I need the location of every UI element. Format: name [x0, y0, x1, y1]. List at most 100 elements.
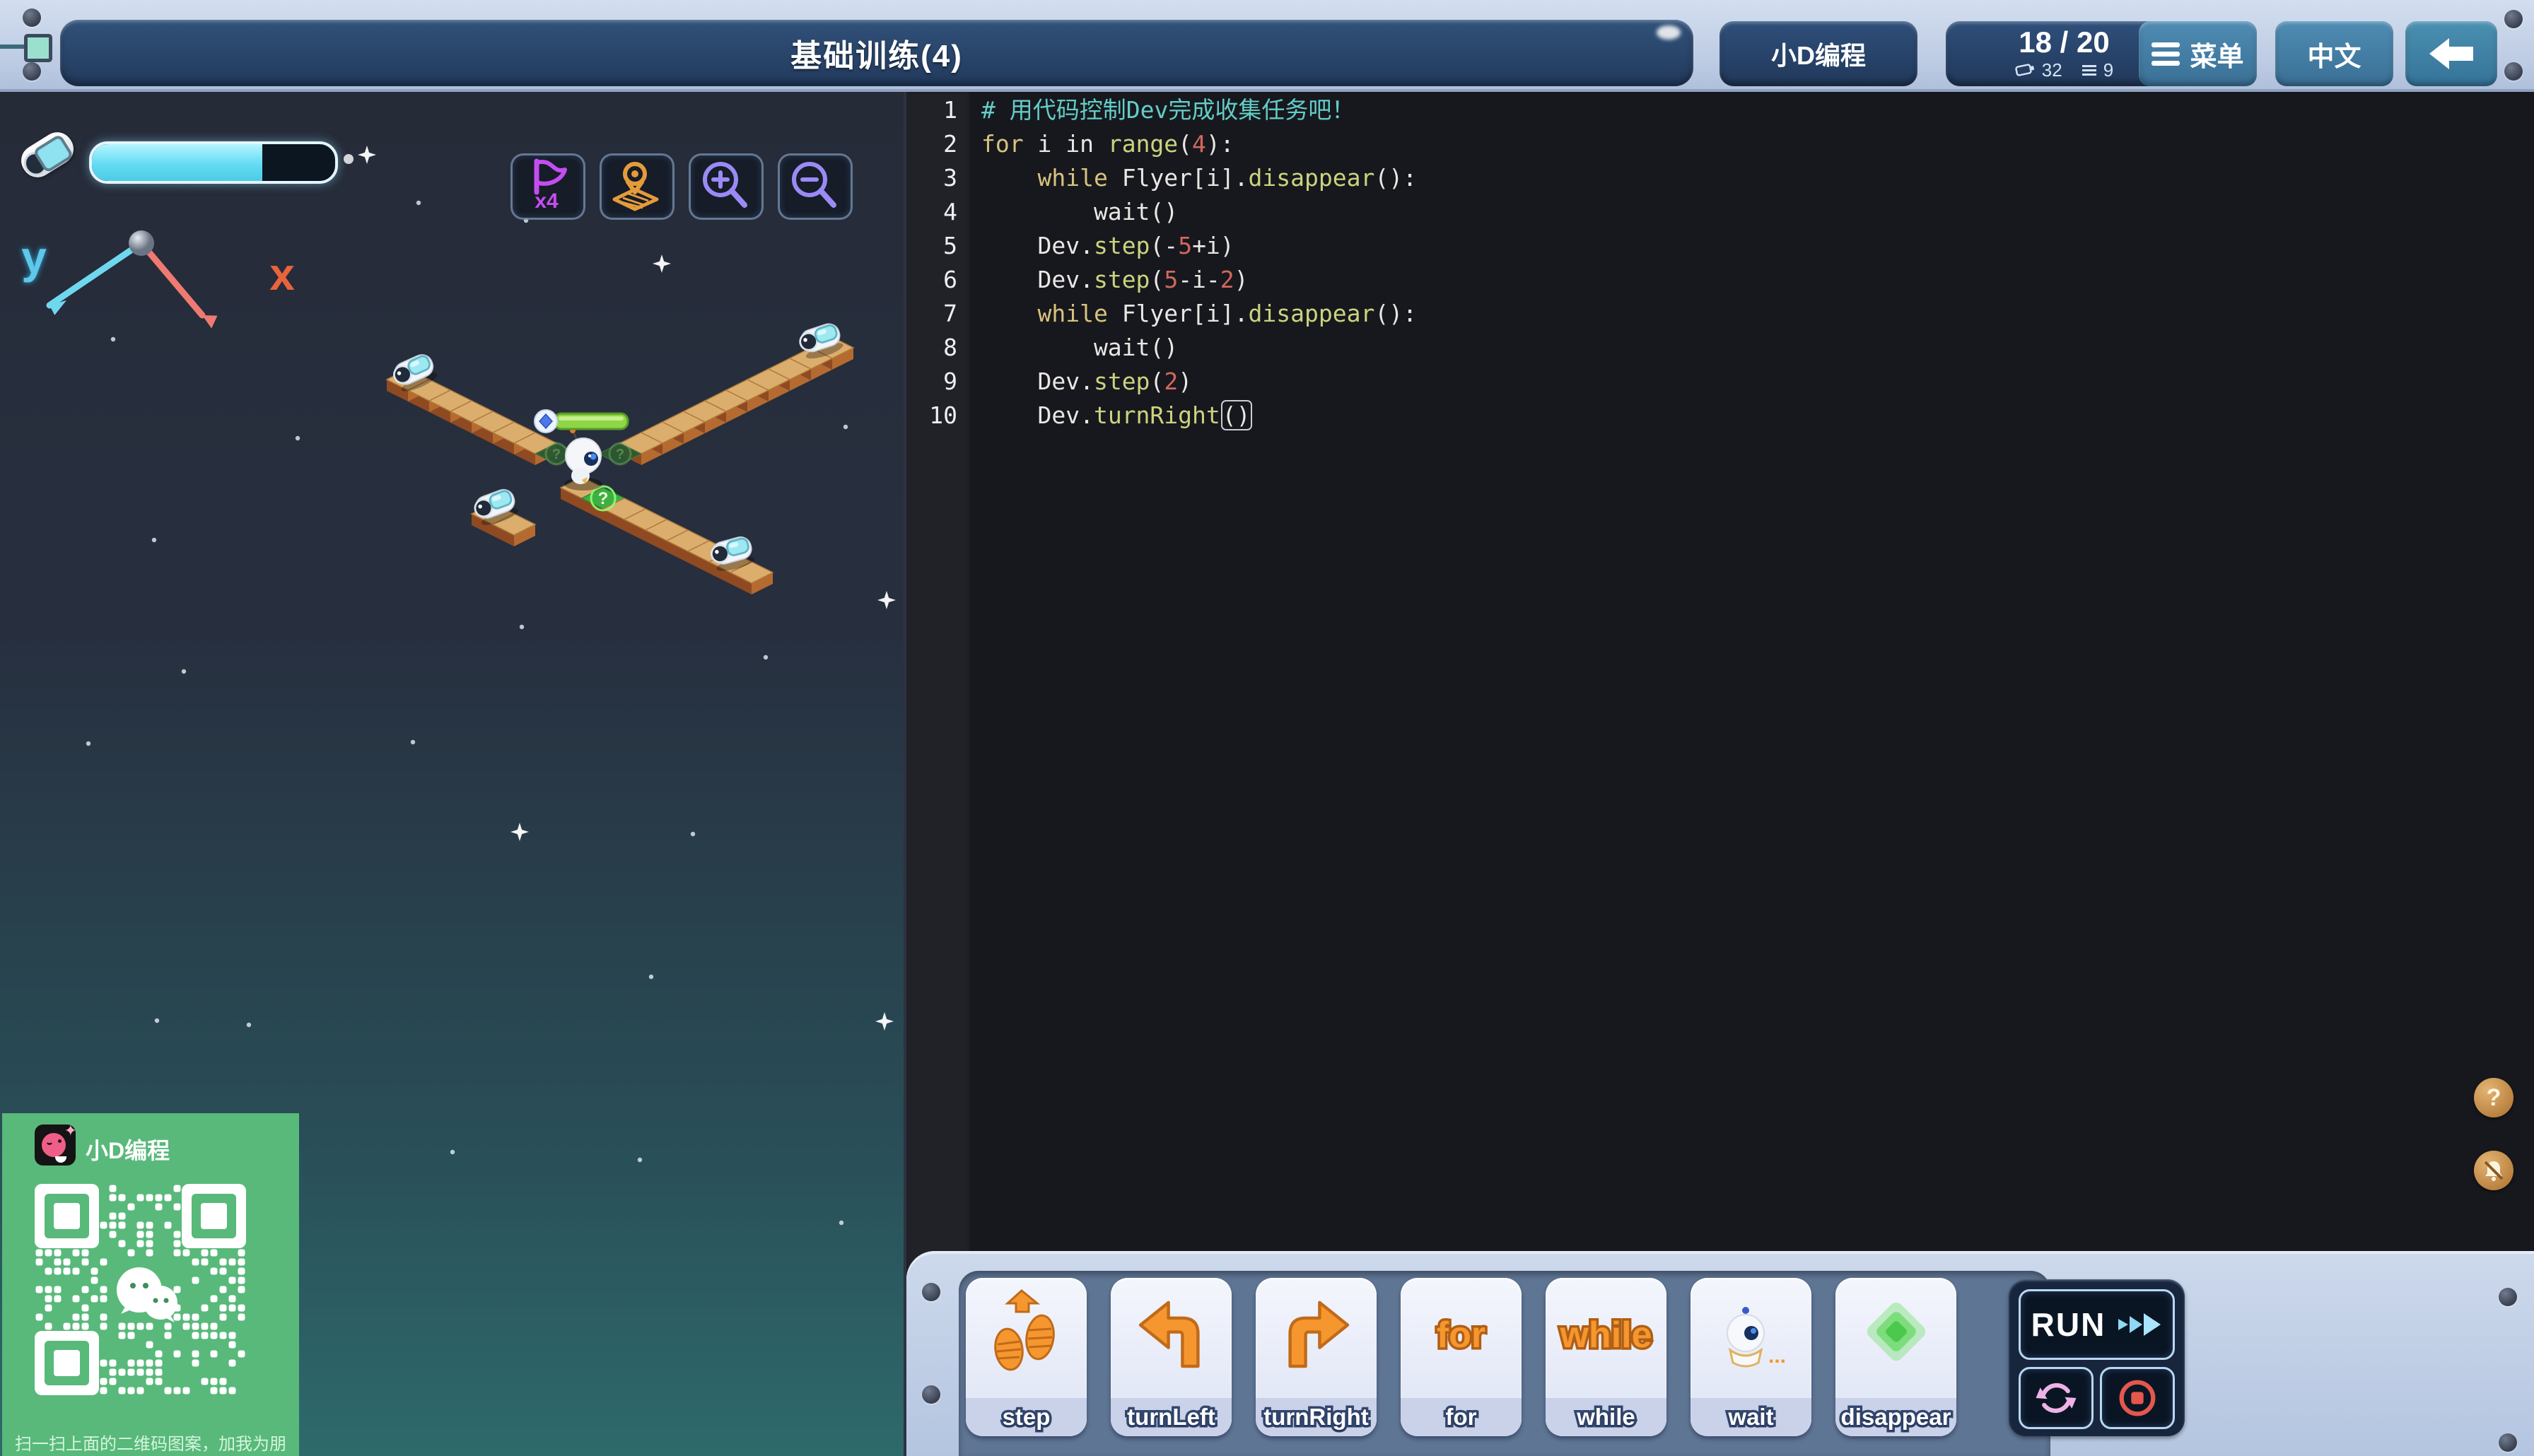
command-turnLeft[interactable]: turnLeft	[1111, 1278, 1232, 1436]
line-number: 3	[906, 161, 971, 195]
speed-flag-button[interactable]: x4	[510, 153, 585, 220]
run-label: RUN	[2031, 1305, 2106, 1344]
code-text: for i in range(4):	[971, 127, 1234, 161]
code-text: Dev.step(5-i-2)	[971, 263, 1249, 297]
zoom-in-icon	[691, 155, 757, 213]
screw-icon	[23, 62, 41, 81]
line-number: 10	[906, 399, 971, 433]
line-number: 9	[906, 365, 971, 399]
menu-label: 菜单	[2190, 35, 2243, 74]
tiles-layer: ???	[387, 337, 853, 594]
command-label: turnRight	[1256, 1404, 1377, 1431]
code-line[interactable]: 5 Dev.step(-5+i)	[906, 229, 2534, 263]
command-label: for	[1401, 1404, 1522, 1431]
command-while[interactable]: whilewhile	[1546, 1278, 1666, 1436]
brand-button[interactable]: 小D编程	[1720, 21, 1917, 86]
y-axis-label: y	[21, 232, 47, 283]
language-button[interactable]: 中文	[2275, 21, 2393, 86]
code-line[interactable]: 6 Dev.step(5-i-2)	[906, 263, 2534, 297]
screw-icon	[922, 1283, 940, 1301]
axis-widget: y x	[0, 198, 325, 382]
command-label: wait	[1691, 1404, 1811, 1431]
qr-code	[35, 1184, 255, 1404]
wait-icon: ...	[1709, 1289, 1794, 1381]
code-line[interactable]: 8 wait()	[906, 331, 2534, 365]
svg-text:?: ?	[616, 447, 624, 462]
command-wait[interactable]: ... wait	[1691, 1278, 1811, 1436]
svg-text:...: ...	[1768, 1344, 1786, 1368]
reset-button[interactable]	[2019, 1367, 2094, 1429]
code-line[interactable]: 4 wait()	[906, 195, 2534, 229]
screw-icon	[2504, 10, 2523, 28]
score-sub: 32 9	[2015, 59, 2113, 81]
for-icon-wrap: for	[1401, 1282, 1522, 1388]
qr-caption: 扫一扫上面的二维码图案，加我为朋友。	[2, 1430, 299, 1456]
cable-connector-icon	[24, 34, 52, 62]
zoom-out-button[interactable]	[778, 153, 853, 220]
back-button[interactable]	[2405, 21, 2497, 86]
score-main: 18 / 20	[2019, 27, 2109, 58]
qr-panel: ✦ 小D编程 扫一扫上面的二维码图案，加我为朋友。	[2, 1113, 299, 1456]
while-word-icon: while	[1560, 1314, 1652, 1356]
level-title-bar: 基础训练(4)	[60, 20, 1693, 86]
code-text: while Flyer[i].disappear():	[971, 297, 1417, 331]
top-bar: 基础训练(4) 小D编程 18 / 20 32 9 菜单 中文	[0, 0, 2534, 92]
help-button[interactable]: ?	[2474, 1078, 2513, 1117]
command-label: step	[966, 1404, 1087, 1431]
back-arrow-icon	[2427, 34, 2476, 74]
code-line[interactable]: 2for i in range(4):	[906, 127, 2534, 161]
minimap-button[interactable]	[600, 153, 675, 220]
code-text: Dev.step(2)	[971, 365, 1192, 399]
svg-text:?: ?	[598, 489, 609, 508]
mute-button[interactable]	[2474, 1151, 2513, 1190]
turnLeft-icon-wrap	[1111, 1282, 1232, 1388]
stop-button[interactable]	[2100, 1367, 2175, 1429]
svg-text:?: ?	[552, 447, 561, 462]
menu-button[interactable]: 菜单	[2139, 21, 2257, 86]
code-text: # 用代码控制Dev完成收集任务吧！	[971, 93, 1355, 127]
command-disappear[interactable]: disappear	[1835, 1278, 1956, 1436]
disappear-icon	[1854, 1289, 1939, 1381]
turn-left-icon	[1133, 1293, 1210, 1378]
code-text: wait()	[971, 331, 1178, 365]
wink-face-icon	[42, 1133, 66, 1157]
code-text: while Flyer[i].disappear():	[971, 161, 1417, 195]
step-icon	[988, 1289, 1065, 1381]
command-label: turnLeft	[1111, 1404, 1232, 1431]
command-step[interactable]: step	[966, 1278, 1087, 1436]
command-for[interactable]: for for	[1401, 1278, 1522, 1436]
code-lines[interactable]: 1# 用代码控制Dev完成收集任务吧！2for i in range(4):3 …	[906, 93, 2534, 433]
command-toolbar: stepturnLeftturnRightforforwhilewhile...…	[906, 1251, 2534, 1456]
line-number: 4	[906, 195, 971, 229]
run-button[interactable]: RUN	[2019, 1289, 2175, 1360]
while-icon-wrap: while	[1546, 1282, 1666, 1388]
screw-icon	[23, 8, 41, 27]
code-line[interactable]: 10 Dev.turnRight()	[906, 399, 2534, 433]
brand-avatar: ✦	[35, 1125, 76, 1166]
code-line[interactable]: 3 while Flyer[i].disappear():	[906, 161, 2534, 195]
stop-icon	[2115, 1376, 2159, 1420]
code-line[interactable]: 7 while Flyer[i].disappear():	[906, 297, 2534, 331]
game-viewport[interactable]: ??? x4	[0, 92, 904, 1456]
battery-icon	[2015, 63, 2036, 77]
command-turnRight[interactable]: turnRight	[1256, 1278, 1377, 1436]
hamburger-icon	[2151, 38, 2180, 70]
screw-icon	[2504, 62, 2523, 81]
lines-count: 9	[2081, 59, 2113, 81]
line-number: 8	[906, 331, 971, 365]
screw-icon	[2499, 1288, 2517, 1306]
app-window: 基础训练(4) 小D编程 18 / 20 32 9 菜单 中文	[0, 0, 2534, 1456]
code-line[interactable]: 9 Dev.step(2)	[906, 365, 2534, 399]
bell-muted-icon	[2482, 1158, 2506, 1182]
page-title: 基础训练(4)	[790, 30, 963, 76]
shine-decoration	[1657, 25, 1681, 40]
turnRight-icon-wrap	[1256, 1282, 1377, 1388]
zoom-in-button[interactable]	[689, 153, 764, 220]
code-line[interactable]: 1# 用代码控制Dev完成收集任务吧！	[906, 93, 2534, 127]
command-label: disappear	[1835, 1404, 1956, 1431]
brand-label: 小D编程	[1771, 35, 1866, 72]
x-axis-label: x	[269, 249, 295, 300]
language-label: 中文	[2307, 35, 2361, 74]
line-number: 1	[906, 93, 971, 127]
map-pin-icon	[602, 155, 668, 213]
